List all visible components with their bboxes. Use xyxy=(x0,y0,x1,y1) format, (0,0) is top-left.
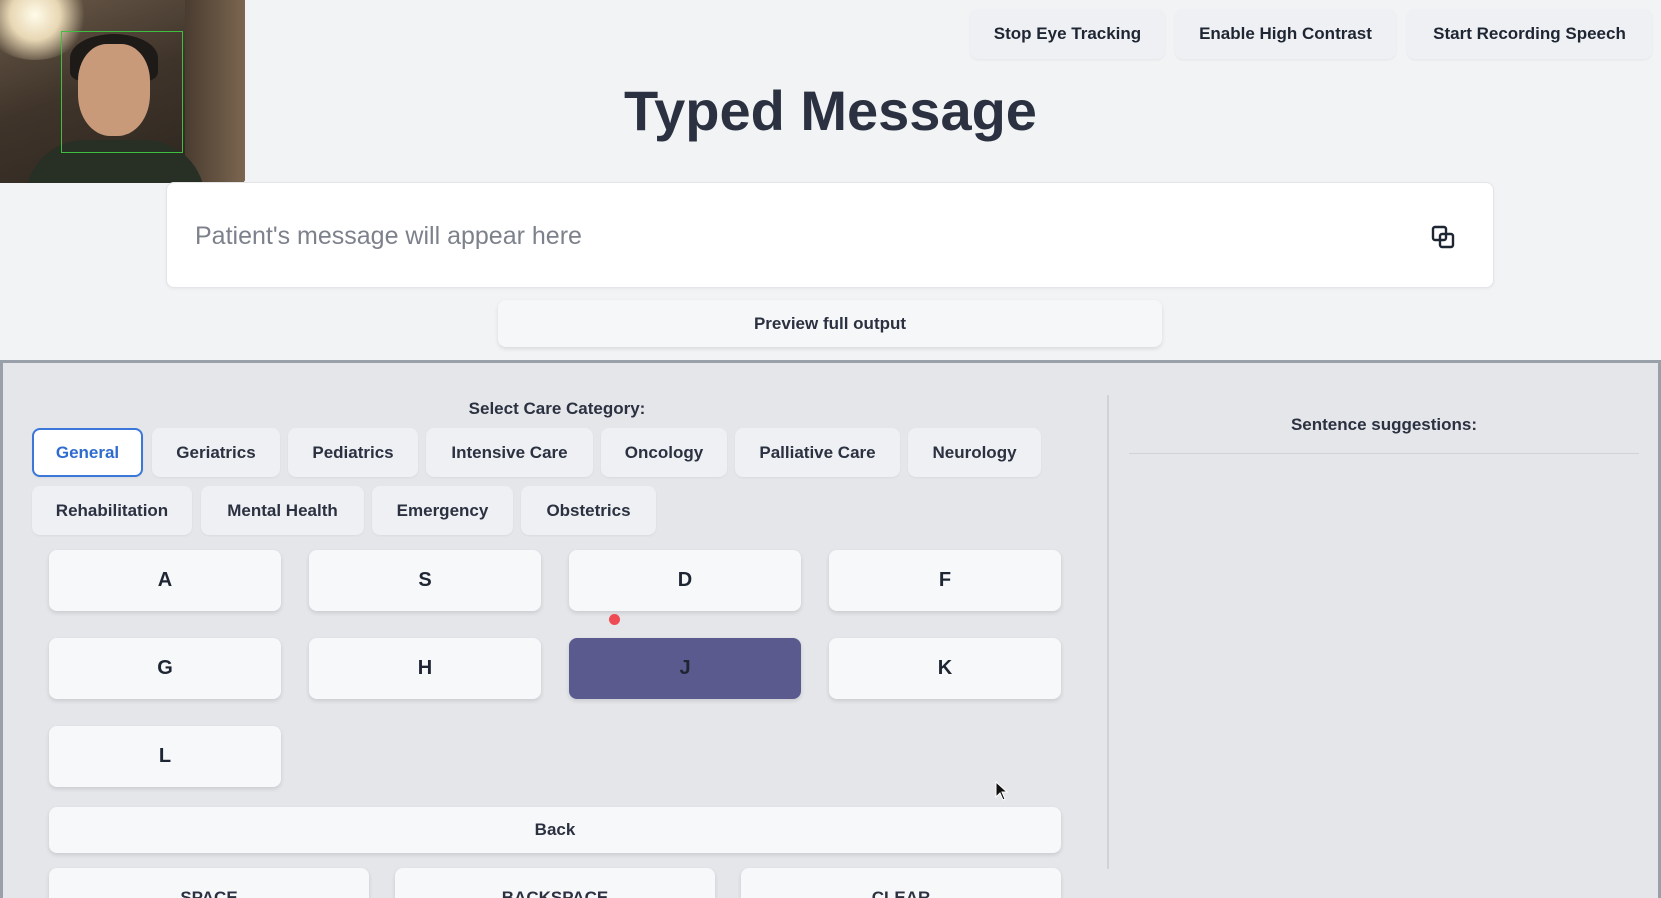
category-emergency[interactable]: Emergency xyxy=(372,486,513,535)
category-palliative-care[interactable]: Palliative Care xyxy=(735,428,900,477)
suggestions-divider xyxy=(1129,453,1639,454)
space-button[interactable]: SPACE xyxy=(49,868,369,898)
key-d[interactable]: D xyxy=(569,550,801,611)
category-rehabilitation[interactable]: Rehabilitation xyxy=(32,486,192,535)
key-s[interactable]: S xyxy=(309,550,541,611)
stop-eye-tracking-button[interactable]: Stop Eye Tracking xyxy=(970,9,1165,59)
clear-button[interactable]: CLEAR xyxy=(741,868,1061,898)
panel-divider xyxy=(1107,395,1109,869)
category-oncology[interactable]: Oncology xyxy=(601,428,727,477)
key-f[interactable]: F xyxy=(829,550,1061,611)
category-geriatrics[interactable]: Geriatrics xyxy=(152,428,280,477)
key-a[interactable]: A xyxy=(49,550,281,611)
sentence-suggestions-label: Sentence suggestions: xyxy=(1290,415,1478,434)
care-category-label: Select Care Category: xyxy=(468,399,646,418)
key-k[interactable]: K xyxy=(829,638,1061,699)
preview-full-output-button[interactable]: Preview full output xyxy=(498,300,1162,347)
copy-icon[interactable] xyxy=(1431,225,1455,249)
mouse-cursor-icon xyxy=(995,781,1009,801)
message-placeholder: Patient's message will appear here xyxy=(195,222,582,250)
key-g[interactable]: G xyxy=(49,638,281,699)
keyboard-panel: Select Care Category: General Geriatrics… xyxy=(0,360,1661,898)
gaze-indicator-dot xyxy=(609,614,620,625)
backspace-button[interactable]: BACKSPACE xyxy=(395,868,715,898)
back-button[interactable]: Back xyxy=(49,807,1061,853)
key-l[interactable]: L xyxy=(49,726,281,787)
start-recording-speech-button[interactable]: Start Recording Speech xyxy=(1407,9,1652,59)
key-h[interactable]: H xyxy=(309,638,541,699)
enable-high-contrast-button[interactable]: Enable High Contrast xyxy=(1175,9,1396,59)
category-obstetrics[interactable]: Obstetrics xyxy=(521,486,656,535)
category-mental-health[interactable]: Mental Health xyxy=(201,486,364,535)
page-title: Typed Message xyxy=(624,79,1037,142)
message-output-box[interactable]: Patient's message will appear here xyxy=(166,182,1494,288)
category-neurology[interactable]: Neurology xyxy=(908,428,1041,477)
category-general[interactable]: General xyxy=(32,428,143,477)
key-j[interactable]: J xyxy=(569,638,801,699)
category-intensive-care[interactable]: Intensive Care xyxy=(426,428,593,477)
category-pediatrics[interactable]: Pediatrics xyxy=(288,428,418,477)
